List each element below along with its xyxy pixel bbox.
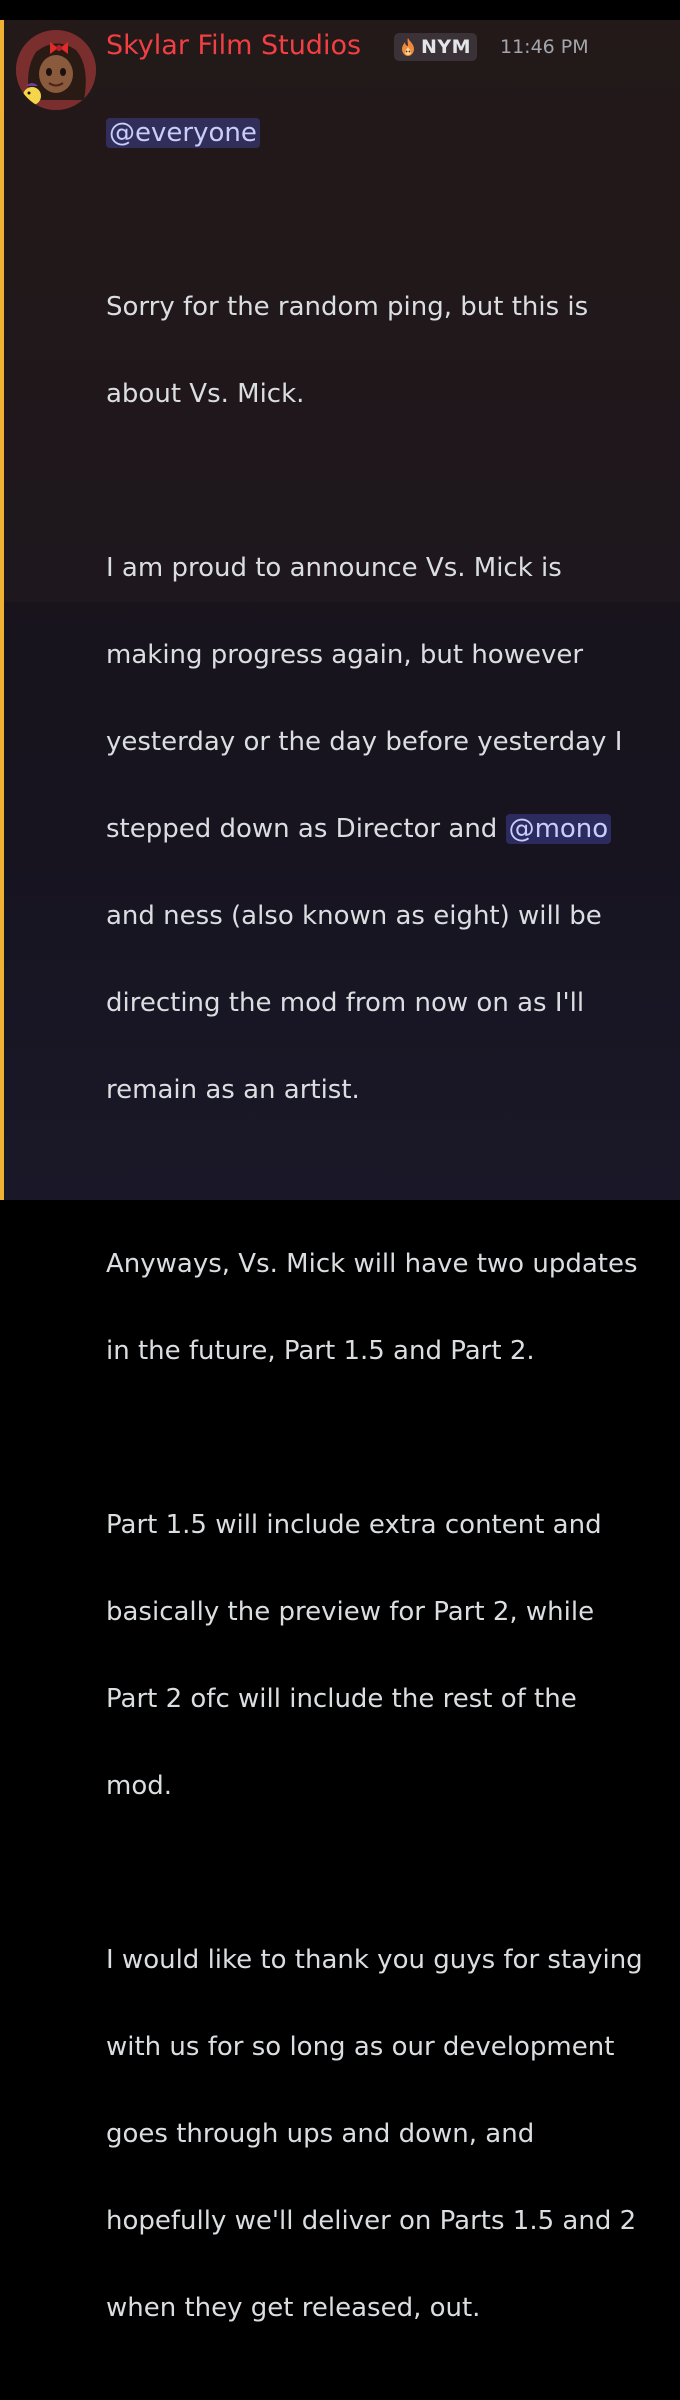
message-line: yesterday or the day before yesterday I [106,726,623,757]
mention-everyone[interactable]: @everyone [106,117,260,148]
message-line: hopefully we'll deliver on Parts 1.5 and… [106,2205,637,2236]
mention-highlight-bar [0,20,4,1200]
message-paragraph: Sorry for the random ping, but this is a… [106,242,674,460]
message-line: @everyone [106,112,674,156]
message-paragraph: I am proud to announce Vs. Mick is makin… [106,503,674,1156]
fire-icon [402,38,414,56]
server-tag[interactable]: NYM [394,33,478,61]
message-content: @everyone Sorry for the random ping, but… [106,68,674,2400]
message-line: making progress again, but however [106,639,584,670]
message-line: remain as an artist. [106,1074,360,1105]
message-line: stepped down as Director and @mono [106,808,674,852]
message-line: when they get released, out. [106,2292,481,2323]
message-paragraph: @everyone [106,68,674,199]
message-line: goes through ups and down, and [106,2118,535,2149]
message-line: about Vs. Mick. [106,378,305,409]
message-line: I am proud to announce Vs. Mick is [106,552,562,583]
message-line: mod. [106,1770,173,1801]
top-strip [0,0,680,20]
message-line: Anyways, Vs. Mick will have two updates [106,1248,638,1279]
message-paragraph: I would like to thank you guys for stayi… [106,1895,674,2374]
message-line: with us for so long as our development [106,2031,615,2062]
mention-user[interactable]: @mono [505,813,612,844]
message-line: in the future, Part 1.5 and Part 2. [106,1335,535,1366]
message-line: Part 2 ofc will include the rest of the [106,1683,577,1714]
message-timestamp[interactable]: 11:46 PM [500,30,589,64]
message-line: directing the mod from now on as I'll [106,987,585,1018]
avatar[interactable] [16,30,96,110]
message-line: and ness (also known as eight) will be [106,900,602,931]
avatar-image [16,30,96,110]
author-name[interactable]: Skylar Film Studios [106,26,361,66]
message-paragraph: Anyways, Vs. Mick will have two updates … [106,1199,674,1417]
message-line: Part 1.5 will include extra content and [106,1509,602,1540]
message-paragraph: Part 1.5 will include extra content and … [106,1460,674,1852]
server-tag-label: NYM [421,36,472,58]
message-line: basically the preview for Part 2, while [106,1596,595,1627]
message-line: Sorry for the random ping, but this is [106,291,589,322]
message-line: I would like to thank you guys for stayi… [106,1944,643,1975]
message-line-text: stepped down as Director and [106,813,506,844]
